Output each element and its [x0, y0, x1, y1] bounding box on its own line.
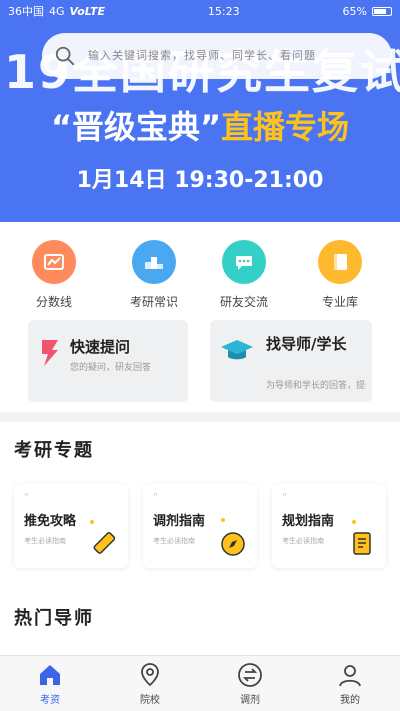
tab-label: 调剂: [240, 694, 260, 706]
topic-subtitle: 考生必读指南: [24, 537, 66, 545]
banner-slogan-left: “晋级宝典”: [50, 108, 222, 146]
network-label: 4G: [49, 4, 65, 18]
banner-slogan: “晋级宝典”直播专场: [0, 102, 400, 148]
chat-icon: [222, 240, 266, 284]
topic-title: 推免攻略: [24, 514, 77, 529]
swap-icon: [238, 662, 262, 687]
tab-schools[interactable]: 院校: [100, 656, 200, 711]
find-tutor-card[interactable]: 找导师/学长 为导师和学长的回答，提问、签: [210, 320, 372, 402]
category-label: 分数线: [35, 295, 72, 309]
quick-ask-subtitle: 您的疑问，研友回答: [70, 363, 152, 373]
location-pin-icon: [141, 662, 159, 686]
battery-icon: [371, 6, 392, 16]
topic-title: 调剂指南: [153, 514, 206, 529]
search-icon: [55, 46, 75, 66]
chart-line-icon: [32, 240, 76, 284]
tab-profile[interactable]: 我的: [300, 656, 400, 711]
search-bar[interactable]: 输入关键词搜索，找导师、同学长、看问题: [42, 33, 392, 79]
find-tutor-subtitle: 为导师和学长的回答，提问、签: [266, 381, 366, 391]
section-title: 热门导师: [14, 608, 94, 629]
tab-label: 我的: [340, 694, 360, 706]
hot-tutors-section: 热门导师: [0, 594, 400, 656]
topic-card-plan[interactable]: “ 规划指南 考生必读指南: [272, 484, 386, 568]
compass-icon: [221, 532, 245, 556]
tab-adjust[interactable]: 调剂: [200, 656, 300, 711]
document-icon: [353, 532, 371, 555]
section-title: 考研专题: [14, 440, 94, 461]
banner-slogan-right: 直播专场: [221, 108, 350, 146]
category-major-library[interactable]: 专业库: [300, 240, 380, 310]
battery-percent: 65%: [342, 4, 367, 18]
topic-subtitle: 考生必读指南: [282, 537, 324, 545]
graduation-cap-icon: [221, 340, 253, 360]
podium-icon: [132, 240, 176, 284]
carrier-label: 36中国: [8, 5, 44, 18]
tab-home[interactable]: 考资: [0, 656, 100, 711]
quick-ask-title: 快速提问: [70, 338, 131, 356]
topic-subtitle: 考生必读指南: [153, 537, 195, 545]
clock: 15:23: [207, 4, 240, 18]
category-score-line[interactable]: 分数线: [14, 240, 94, 310]
topic-title: 规划指南: [282, 514, 335, 529]
topics-section: 考研专题 “ 推免攻略 考生必读指南 “ 调剂指南 考生必读指南 “ 规划指南 …: [0, 422, 400, 594]
topic-card-recommend[interactable]: “ 推免攻略 考生必读指南: [14, 484, 128, 568]
topic-card-adjust[interactable]: “ 调剂指南 考生必读指南: [143, 484, 257, 568]
book-icon: [318, 240, 362, 284]
lightning-icon: [42, 340, 58, 366]
category-community[interactable]: 研友交流: [204, 240, 284, 310]
status-bar: 36中国 4G VoLTE 15:23 65%: [0, 0, 400, 22]
bottom-tab-bar: 考资 院校 调剂 我的: [0, 655, 400, 711]
category-label: 专业库: [321, 295, 358, 309]
user-icon: [339, 664, 361, 686]
category-exam-knowledge[interactable]: 考研常识: [114, 240, 194, 310]
tab-label: 院校: [140, 694, 160, 706]
volte-label: VoLTE: [69, 4, 106, 18]
search-input[interactable]: 输入关键词搜索，找导师、同学长、看问题: [88, 49, 348, 63]
pencil-icon: [93, 532, 116, 554]
category-label: 考研常识: [129, 295, 178, 309]
banner-date: 1月14日 19:30-21:00: [76, 168, 324, 193]
category-label: 研友交流: [219, 295, 268, 309]
quick-ask-card[interactable]: 快速提问 您的疑问，研友回答: [28, 320, 188, 402]
home-icon: [40, 664, 60, 685]
tab-label: 考资: [40, 694, 60, 706]
find-tutor-title: 找导师/学长: [266, 335, 347, 353]
category-panel: 分数线 考研常识 研友交流 专业库 快速提问 您的疑问，研友回答 找导师/学长 …: [0, 222, 400, 412]
